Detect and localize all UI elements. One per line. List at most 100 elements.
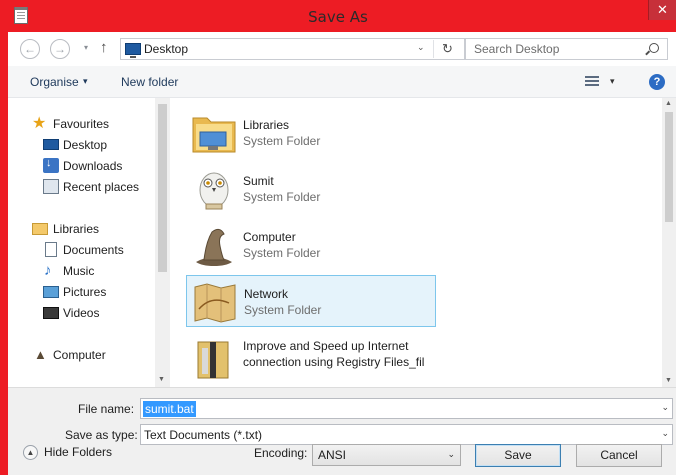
nav-item-label: Desktop xyxy=(63,138,108,152)
documents-icon xyxy=(45,242,57,257)
item-name: Network xyxy=(244,287,289,301)
search-icon[interactable] xyxy=(649,43,659,53)
toolbar: Organise ▾ New folder ▾ ? xyxy=(8,66,676,98)
recent-places-icon xyxy=(43,179,59,194)
forward-button[interactable]: → xyxy=(50,39,70,59)
nav-pane-scrollbar[interactable]: ▼ xyxy=(155,98,170,387)
nav-item-videos[interactable]: Videos xyxy=(8,303,158,323)
address-text: Desktop xyxy=(144,42,189,56)
item-name-line2: connection using Registry Files_fil xyxy=(243,355,425,369)
navigation-bar: ← → ▾ ↑ Desktop ⌄ ↻ Search Desktop xyxy=(8,32,676,66)
cancel-button[interactable]: Cancel xyxy=(576,444,662,467)
list-item[interactable]: Libraries System Folder xyxy=(186,107,436,159)
downloads-icon xyxy=(43,157,59,173)
nav-item-label: Videos xyxy=(63,306,100,320)
item-type: System Folder xyxy=(243,246,321,260)
file-name-value: sumit.bat xyxy=(143,401,196,417)
star-icon: ★ xyxy=(32,115,47,132)
file-list: Libraries System Folder Sumit System Fol… xyxy=(170,98,662,387)
new-folder-button[interactable]: New folder xyxy=(121,75,178,89)
chevron-down-icon[interactable]: ▾ xyxy=(83,76,88,87)
nav-item-downloads[interactable]: Downloads xyxy=(8,156,158,176)
nav-item-recent-places[interactable]: Recent places xyxy=(8,177,158,197)
window-title: Save As xyxy=(308,8,368,26)
encoding-value: ANSI xyxy=(318,448,347,462)
nav-computer-label: Computer xyxy=(53,348,106,362)
dialog-client: ← → ▾ ↑ Desktop ⌄ ↻ Search Desktop Organ… xyxy=(8,32,676,475)
nav-computer[interactable]: ▲ Computer xyxy=(8,345,158,365)
save-as-type-value: Text Documents (*.txt) xyxy=(144,428,263,442)
file-list-scrollbar[interactable]: ▲ ▼ xyxy=(662,98,676,387)
nav-item-label: Pictures xyxy=(63,285,107,299)
encoding-select[interactable]: ANSI ⌄ xyxy=(312,444,461,466)
chevron-down-icon[interactable]: ⌄ xyxy=(661,428,669,439)
recent-locations-dropdown[interactable]: ▾ xyxy=(84,42,94,54)
nav-item-label: Recent places xyxy=(63,180,140,194)
address-bar[interactable]: Desktop ⌄ ↻ xyxy=(120,38,465,60)
user-owl-icon xyxy=(199,172,229,210)
help-icon[interactable]: ? xyxy=(649,74,665,90)
nav-item-desktop[interactable]: Desktop xyxy=(8,135,158,155)
item-name-line1: Improve and Speed up Internet xyxy=(243,339,409,353)
item-type: System Folder xyxy=(243,134,321,148)
nav-item-label: Music xyxy=(63,264,95,278)
up-button[interactable]: ↑ xyxy=(100,38,116,58)
save-button[interactable]: Save xyxy=(475,444,561,467)
nav-item-pictures[interactable]: Pictures xyxy=(8,282,158,302)
item-name: Sumit xyxy=(243,174,274,188)
change-view-icon[interactable] xyxy=(585,76,599,88)
scrollbar-thumb[interactable] xyxy=(158,104,167,272)
address-dropdown-button[interactable]: ⌄ xyxy=(417,42,425,53)
list-item[interactable]: Computer System Folder xyxy=(186,219,436,271)
desktop-icon xyxy=(125,43,141,58)
music-icon: ♪ xyxy=(44,262,52,279)
hide-folders-label: Hide Folders xyxy=(44,445,113,459)
desktop-icon xyxy=(43,139,59,150)
save-as-type-select[interactable]: Text Documents (*.txt) ⌄ xyxy=(140,424,673,445)
network-map-icon xyxy=(194,283,236,323)
nav-item-label: Downloads xyxy=(63,159,123,173)
search-input[interactable]: Search Desktop xyxy=(465,38,668,60)
item-name: Libraries xyxy=(243,118,290,132)
nav-libraries[interactable]: Libraries xyxy=(8,219,158,239)
libraries-folder-icon xyxy=(192,117,236,153)
nav-item-music[interactable]: ♪ Music xyxy=(8,261,158,281)
back-button[interactable]: ← xyxy=(20,39,40,59)
list-item-selected[interactable]: Network System Folder xyxy=(186,275,436,327)
search-placeholder: Search Desktop xyxy=(474,42,560,56)
save-options-panel: File name: sumit.bat ⌄ Save as type: Tex… xyxy=(8,387,676,475)
nav-item-label: Documents xyxy=(63,243,124,257)
nav-favourites[interactable]: ★ Favourites xyxy=(8,114,158,134)
title-bar: Save As ✕ xyxy=(0,0,676,32)
refresh-button[interactable]: ↻ xyxy=(433,40,461,58)
videos-icon xyxy=(43,307,59,319)
computer-icon: ▲ xyxy=(34,347,47,362)
nav-libraries-label: Libraries xyxy=(53,222,100,236)
file-name-label: File name: xyxy=(78,402,135,416)
scroll-up-arrow[interactable]: ▲ xyxy=(665,100,672,107)
chevron-down-icon[interactable]: ⌄ xyxy=(661,402,669,413)
archive-file-icon xyxy=(197,341,229,379)
close-button[interactable]: ✕ xyxy=(648,0,676,20)
scroll-down-arrow[interactable]: ▼ xyxy=(665,377,672,384)
view-options-dropdown[interactable]: ▾ xyxy=(610,76,615,87)
navigation-pane: ★ Favourites Desktop Downloads Recent pl… xyxy=(8,98,168,387)
list-item[interactable]: Sumit System Folder xyxy=(186,163,436,215)
organise-button[interactable]: Organise xyxy=(30,75,79,89)
chevron-up-icon: ▲ xyxy=(23,445,38,460)
item-type: System Folder xyxy=(243,190,321,204)
save-as-type-label: Save as type: xyxy=(65,428,138,442)
list-item[interactable]: Improve and Speed up Internet connection… xyxy=(186,331,436,383)
encoding-label: Encoding: xyxy=(254,446,308,460)
nav-favourites-label: Favourites xyxy=(53,117,110,131)
pictures-icon xyxy=(43,286,59,298)
chevron-down-icon: ⌄ xyxy=(447,449,455,459)
scrollbar-thumb[interactable] xyxy=(665,112,673,222)
nav-item-documents[interactable]: Documents xyxy=(8,240,158,260)
item-name: Computer xyxy=(243,230,296,244)
scroll-down-arrow[interactable]: ▼ xyxy=(158,376,165,383)
file-name-input[interactable]: sumit.bat ⌄ xyxy=(140,398,673,419)
item-type: System Folder xyxy=(244,303,322,317)
sorting-hat-icon xyxy=(196,228,232,266)
libraries-icon xyxy=(32,223,48,235)
